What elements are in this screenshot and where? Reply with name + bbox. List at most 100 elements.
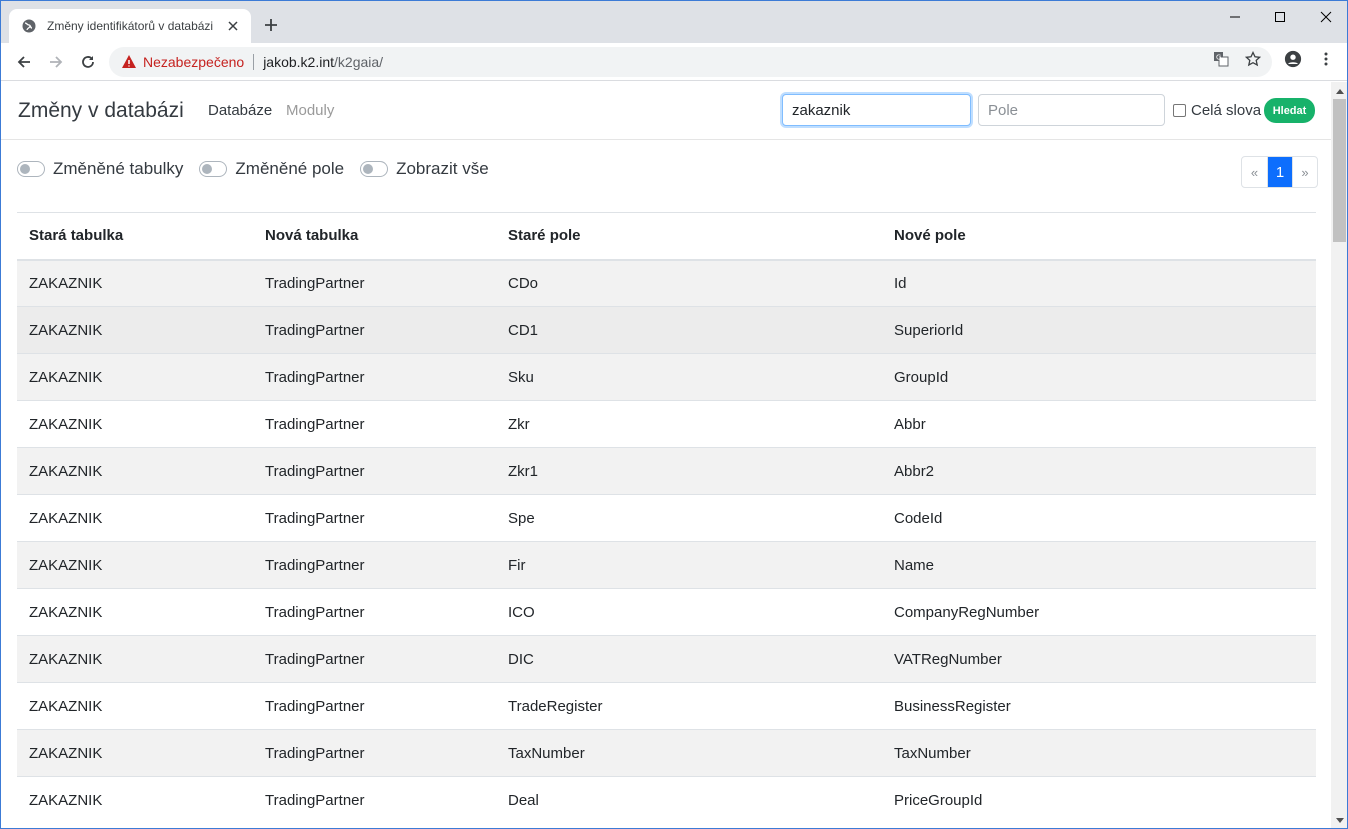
star-icon[interactable] (1244, 50, 1262, 68)
close-window-icon[interactable] (1303, 1, 1347, 33)
cell-new-table: TradingPartner (253, 682, 496, 730)
cell-old-field: Spe (496, 494, 882, 542)
table-row[interactable]: ZAKAZNIK TradingPartner CDo Id (17, 259, 1316, 307)
cell-new-field: Id (882, 259, 1316, 307)
cell-new-field: VATRegNumber (882, 635, 1316, 683)
field-input[interactable] (978, 94, 1165, 126)
table-row[interactable]: ZAKAZNIK TradingPartner Spe CodeId (17, 494, 1316, 542)
pagination-page-current[interactable]: 1 (1267, 157, 1292, 187)
cell-new-table: TradingPartner (253, 400, 496, 448)
switch-track[interactable] (17, 161, 45, 177)
cell-new-field: Name (882, 541, 1316, 589)
cell-old-table: ZAKAZNIK (17, 682, 253, 730)
table-row[interactable]: ZAKAZNIK TradingPartner ICO CompanyRegNumbe… (17, 588, 1316, 636)
browser-window: Změny identifikátorů v databázi Nezabezp… (0, 0, 1348, 829)
show-all-label[interactable]: Zobrazit vše (396, 159, 489, 179)
nav-link-databaze[interactable]: Databáze (208, 102, 272, 119)
globe-icon (21, 18, 37, 34)
cell-new-table: TradingPartner (253, 588, 496, 636)
close-icon[interactable] (225, 18, 241, 34)
cell-old-field: Zkr1 (496, 447, 882, 495)
cell-new-table: TradingPartner (253, 259, 496, 307)
search-button[interactable]: Hledat (1264, 98, 1315, 123)
table-row[interactable]: ZAKAZNIK TradingPartner Fir Name (17, 541, 1316, 589)
menu-icon[interactable] (1317, 50, 1335, 68)
cell-new-table: TradingPartner (253, 729, 496, 777)
cell-new-field: GroupId (882, 353, 1316, 401)
filter-switches: Změněné tabulky Změněné pole Zobrazit vš… (17, 158, 505, 180)
nav-link-moduly[interactable]: Moduly (286, 102, 334, 119)
page-viewport: Změny v databázi Databáze Moduly Celá sl… (1, 82, 1331, 828)
page-title[interactable]: Změny v databázi (18, 99, 184, 123)
table-row[interactable]: ZAKAZNIK TradingPartner DIC VATRegNumber (17, 635, 1316, 683)
changed-fields-switch[interactable]: Změněné pole (199, 159, 344, 179)
changes-table: Stará tabulka Nová tabulka Staré pole No… (17, 212, 1316, 824)
minimize-icon[interactable] (1212, 1, 1258, 33)
whole-words-option[interactable]: Celá slova (1173, 102, 1261, 119)
plus-icon[interactable] (261, 15, 281, 35)
app-navbar: Změny v databázi Databáze Moduly Celá sl… (1, 82, 1331, 140)
cell-old-field: Zkr (496, 400, 882, 448)
back-icon[interactable] (10, 48, 38, 76)
forward-icon[interactable] (42, 48, 70, 76)
column-header-old-table: Stará tabulka (17, 212, 253, 261)
vertical-scrollbar[interactable] (1331, 82, 1347, 828)
cell-new-table: TradingPartner (253, 635, 496, 683)
pagination: « 1 » (1241, 156, 1318, 188)
cell-old-table: ZAKAZNIK (17, 635, 253, 683)
table-row[interactable]: ZAKAZNIK TradingPartner CD1 SuperiorId (17, 306, 1316, 354)
cell-old-table: ZAKAZNIK (17, 306, 253, 354)
security-label[interactable]: Nezabezpečeno (143, 54, 244, 70)
switch-track[interactable] (360, 161, 389, 177)
switch-track[interactable] (199, 161, 228, 177)
svg-text:G: G (1216, 54, 1221, 62)
cell-old-table: ZAKAZNIK (17, 541, 253, 589)
cell-old-table: ZAKAZNIK (17, 588, 253, 636)
changed-fields-label[interactable]: Změněné pole (235, 159, 344, 179)
cell-new-field: Abbr2 (882, 447, 1316, 495)
scroll-down-arrow-icon[interactable] (1331, 812, 1347, 828)
changed-tables-switch[interactable]: Změněné tabulky (17, 159, 183, 179)
table-row[interactable]: ZAKAZNIK TradingPartner Zkr1 Abbr2 (17, 447, 1316, 495)
scroll-up-arrow-icon[interactable] (1331, 82, 1347, 99)
pagination-prev[interactable]: « (1242, 157, 1267, 187)
translate-icon[interactable]: G (1212, 50, 1230, 68)
browser-toolbar: Nezabezpečeno jakob.k2.int /k2gaia/ G (1, 43, 1347, 81)
url-host: jakob.k2.int (263, 54, 335, 70)
pagination-next[interactable]: » (1292, 157, 1317, 187)
column-header-new-field: Nové pole (882, 212, 1316, 261)
table-row[interactable]: ZAKAZNIK TradingPartner Sku GroupId (17, 353, 1316, 401)
cell-new-field: Abbr (882, 400, 1316, 448)
scrollbar-thumb[interactable] (1333, 99, 1346, 242)
address-bar[interactable]: Nezabezpečeno jakob.k2.int /k2gaia/ (109, 47, 1272, 77)
cell-new-table: TradingPartner (253, 776, 496, 824)
whole-words-checkbox[interactable] (1173, 104, 1186, 117)
table-row[interactable]: ZAKAZNIK TradingPartner TaxNumber TaxNumber (17, 729, 1316, 777)
cell-old-table: ZAKAZNIK (17, 353, 253, 401)
table-row[interactable]: ZAKAZNIK TradingPartner Deal PriceGroupId (17, 776, 1316, 824)
cell-old-table: ZAKAZNIK (17, 400, 253, 448)
url-path: /k2gaia/ (334, 54, 384, 70)
table-row[interactable]: ZAKAZNIK TradingPartner Zkr Abbr (17, 400, 1316, 448)
reload-icon[interactable] (74, 48, 102, 76)
cell-new-field: CompanyRegNumber (882, 588, 1316, 636)
tab-title: Změny identifikátorů v databázi (47, 19, 214, 33)
cell-old-field: Fir (496, 541, 882, 589)
maximize-icon[interactable] (1257, 1, 1303, 33)
cell-old-field: TaxNumber (496, 729, 882, 777)
table-row[interactable]: ZAKAZNIK TradingPartner TradeRegister Busin… (17, 682, 1316, 730)
search-input[interactable] (782, 94, 971, 126)
whole-words-label[interactable]: Celá slova (1191, 102, 1261, 119)
table-header-row: Stará tabulka Nová tabulka Staré pole No… (17, 212, 1316, 261)
cell-new-field: BusinessRegister (882, 682, 1316, 730)
column-header-new-table: Nová tabulka (253, 212, 496, 261)
cell-new-table: TradingPartner (253, 306, 496, 354)
cell-old-field: Sku (496, 353, 882, 401)
cell-new-table: TradingPartner (253, 494, 496, 542)
changed-tables-label[interactable]: Změněné tabulky (53, 159, 183, 179)
show-all-switch[interactable]: Zobrazit vše (360, 159, 489, 179)
browser-tab[interactable]: Změny identifikátorů v databázi (9, 9, 251, 43)
cell-old-table: ZAKAZNIK (17, 259, 253, 307)
cell-new-table: TradingPartner (253, 353, 496, 401)
account-icon[interactable] (1284, 50, 1302, 68)
